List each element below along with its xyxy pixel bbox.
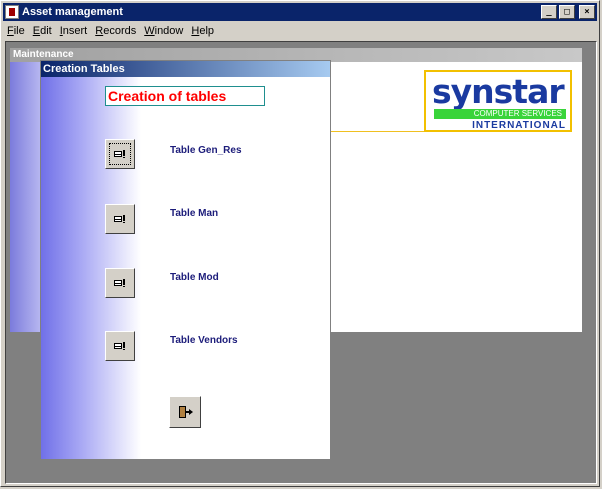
menu-insert[interactable]: Insert (56, 25, 92, 37)
menu-window[interactable]: Window (140, 25, 187, 37)
logo-tagline: COMPUTER SERVICES (434, 109, 566, 119)
mdi-workspace: Maintenance synstar COMPUTER SERVICES IN… (5, 41, 597, 484)
form-titlebar[interactable]: Creation Tables (41, 61, 330, 77)
table-run-icon (114, 279, 126, 287)
synstar-logo: synstar COMPUTER SERVICES INTERNATIONAL (424, 70, 572, 132)
app-title: Asset management (22, 6, 123, 18)
table-mod-button[interactable] (105, 268, 135, 298)
logo-word: synstar (432, 72, 565, 111)
table-man-button[interactable] (105, 204, 135, 234)
app-window: Asset management _ □ × File Edit Insert … (0, 0, 600, 487)
exit-button[interactable] (169, 396, 201, 428)
maximize-button[interactable]: □ (559, 5, 575, 19)
table-run-icon (114, 150, 126, 158)
menu-help[interactable]: Help (187, 25, 218, 37)
menu-file[interactable]: File (3, 25, 29, 37)
menu-edit[interactable]: Edit (29, 25, 56, 37)
access-app-icon[interactable] (5, 5, 19, 19)
table-man-label: Table Man (170, 208, 219, 219)
menu-bar: File Edit Insert Records Window Help (3, 22, 597, 40)
form-heading: Creation of tables (105, 86, 265, 106)
menu-records[interactable]: Records (91, 25, 140, 37)
table-mod-label: Table Mod (170, 272, 219, 283)
app-titlebar[interactable]: Asset management _ □ × (3, 3, 597, 21)
table-gen-res-button[interactable] (105, 139, 135, 169)
table-vendors-button[interactable] (105, 331, 135, 361)
minimize-button[interactable]: _ (541, 5, 557, 19)
maintenance-side-strip (10, 62, 40, 332)
close-button[interactable]: × (579, 5, 595, 19)
table-run-icon (114, 342, 126, 350)
table-vendors-label: Table Vendors (170, 335, 238, 346)
table-gen-res-label: Table Gen_Res (170, 145, 242, 156)
table-run-icon (114, 215, 126, 223)
logo-international: INTERNATIONAL (472, 120, 566, 131)
exit-door-icon (178, 405, 193, 419)
creation-tables-form[interactable]: Creation Tables Creation of tables Table… (40, 60, 331, 460)
